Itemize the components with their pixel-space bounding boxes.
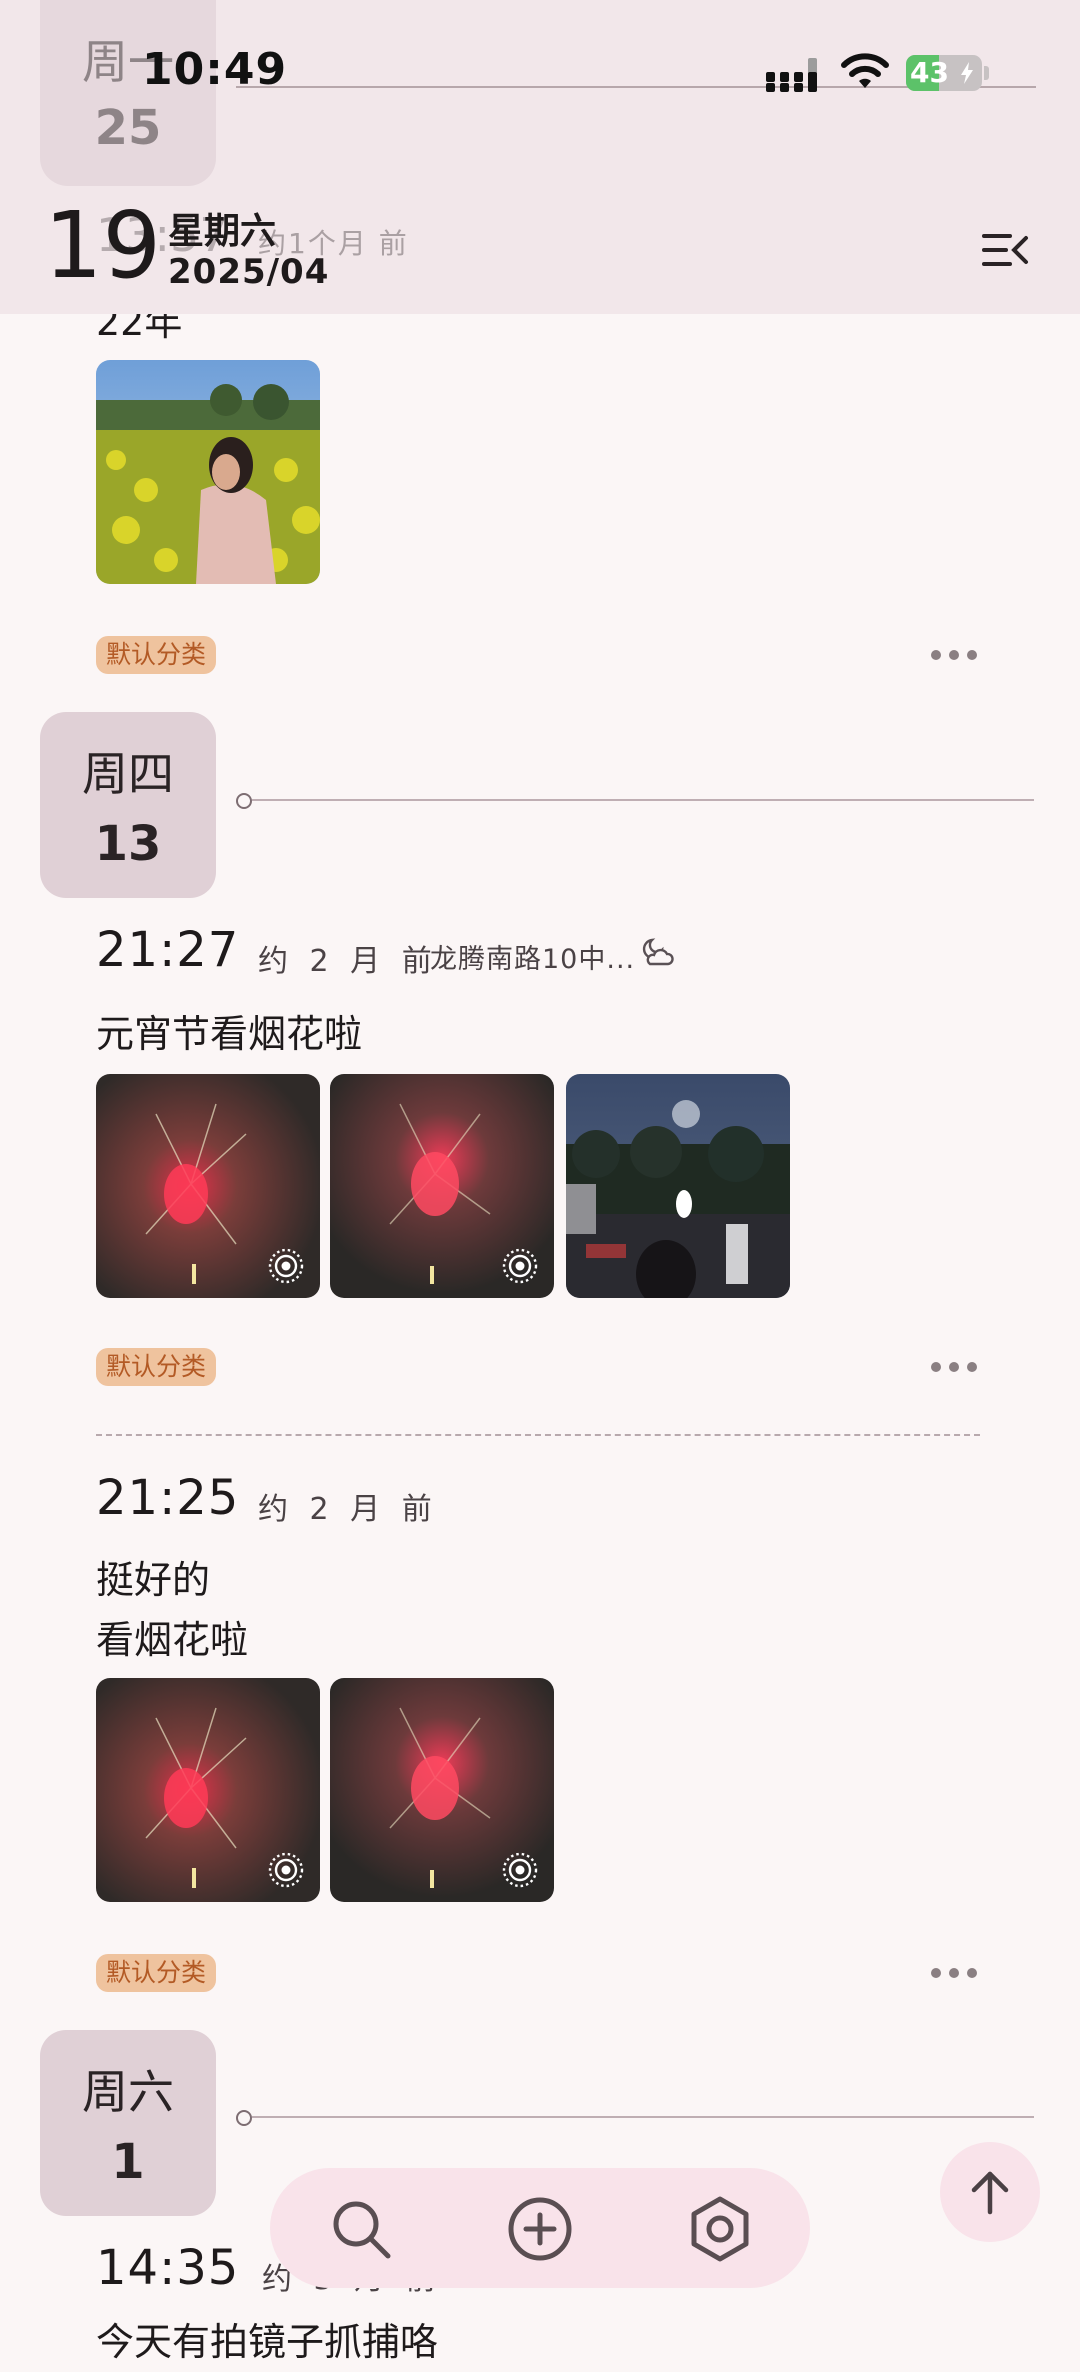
live-photo-icon xyxy=(502,1248,538,1284)
battery-icon: 43 xyxy=(906,55,982,91)
photo-thumbnail[interactable] xyxy=(330,1678,554,1902)
more-icon[interactable] xyxy=(930,1966,978,1980)
timeline-line xyxy=(252,2116,1034,2118)
search-icon[interactable] xyxy=(328,2196,394,2262)
more-icon[interactable] xyxy=(930,1360,978,1374)
date-badge-day: 1 xyxy=(111,2134,145,2190)
entry-text: 元宵节看烟花啦 xyxy=(96,1012,363,1056)
date-badge: 周四 13 xyxy=(40,712,216,898)
timeline-line xyxy=(252,799,1034,801)
entry-location[interactable]: 龙腾南路10中... xyxy=(430,937,635,976)
live-photo-icon xyxy=(268,1248,304,1284)
entry-text-line: 看烟花啦 xyxy=(96,1618,249,1662)
more-icon[interactable] xyxy=(930,648,978,662)
category-tag[interactable]: 默认分类 xyxy=(96,636,217,674)
cellular-signal-icon xyxy=(766,58,817,92)
photo-thumbnail[interactable] xyxy=(96,1074,320,1298)
menu-collapse-icon[interactable] xyxy=(980,228,1032,272)
header-year-month[interactable]: 2025/04 xyxy=(168,252,329,292)
status-time: 10:49 xyxy=(142,44,288,95)
battery-percent: 43 xyxy=(910,56,949,89)
entry-time: 21:25 xyxy=(96,1470,240,1526)
live-photo-icon xyxy=(502,1852,538,1888)
scroll-to-top-button[interactable] xyxy=(940,2142,1040,2242)
header: 周一 25 13:57 约1个月 前 10:49 43 19 星期六 2025/… xyxy=(0,0,1080,314)
date-badge-weekday: 周四 xyxy=(82,747,174,801)
date-badge-day: 13 xyxy=(94,816,162,872)
scrolled-date-day: 25 xyxy=(94,100,162,156)
settings-icon[interactable] xyxy=(687,2196,753,2262)
photo-thumbnail[interactable] xyxy=(96,1678,320,1902)
entry-time: 14:35 xyxy=(96,2240,240,2296)
add-icon[interactable] xyxy=(507,2196,573,2262)
entry-text-line: 挺好的 xyxy=(96,1558,211,1602)
category-tag[interactable]: 默认分类 xyxy=(96,1348,217,1386)
battery-tip xyxy=(984,66,989,80)
entry-divider xyxy=(96,1434,980,1436)
bottom-toolbar xyxy=(270,2168,810,2288)
live-photo-icon xyxy=(268,1852,304,1888)
timeline-dot xyxy=(236,2110,252,2126)
entry-time: 21:27 xyxy=(96,922,240,978)
header-day[interactable]: 19 xyxy=(44,198,161,294)
charging-bolt-icon xyxy=(961,62,973,84)
photo-thumbnail[interactable] xyxy=(566,1074,790,1298)
photo-thumbnail[interactable] xyxy=(330,1074,554,1298)
entry-relative-time: 约 2 月 前 xyxy=(258,944,438,979)
cloudy-night-icon xyxy=(642,938,674,966)
entry-text: 今天有拍镜子抓捕咯 xyxy=(96,2320,439,2364)
date-badge: 周六 1 xyxy=(40,2030,216,2216)
timeline-dot xyxy=(236,793,252,809)
wifi-icon xyxy=(841,53,889,88)
entry-relative-time: 约 2 月 前 xyxy=(258,1492,438,1527)
arrow-up-icon xyxy=(971,2171,1009,2215)
header-weekday[interactable]: 星期六 xyxy=(168,202,276,254)
photo-thumbnail[interactable] xyxy=(96,360,320,584)
date-badge-weekday: 周六 xyxy=(82,2065,174,2119)
category-tag[interactable]: 默认分类 xyxy=(96,1954,217,1992)
